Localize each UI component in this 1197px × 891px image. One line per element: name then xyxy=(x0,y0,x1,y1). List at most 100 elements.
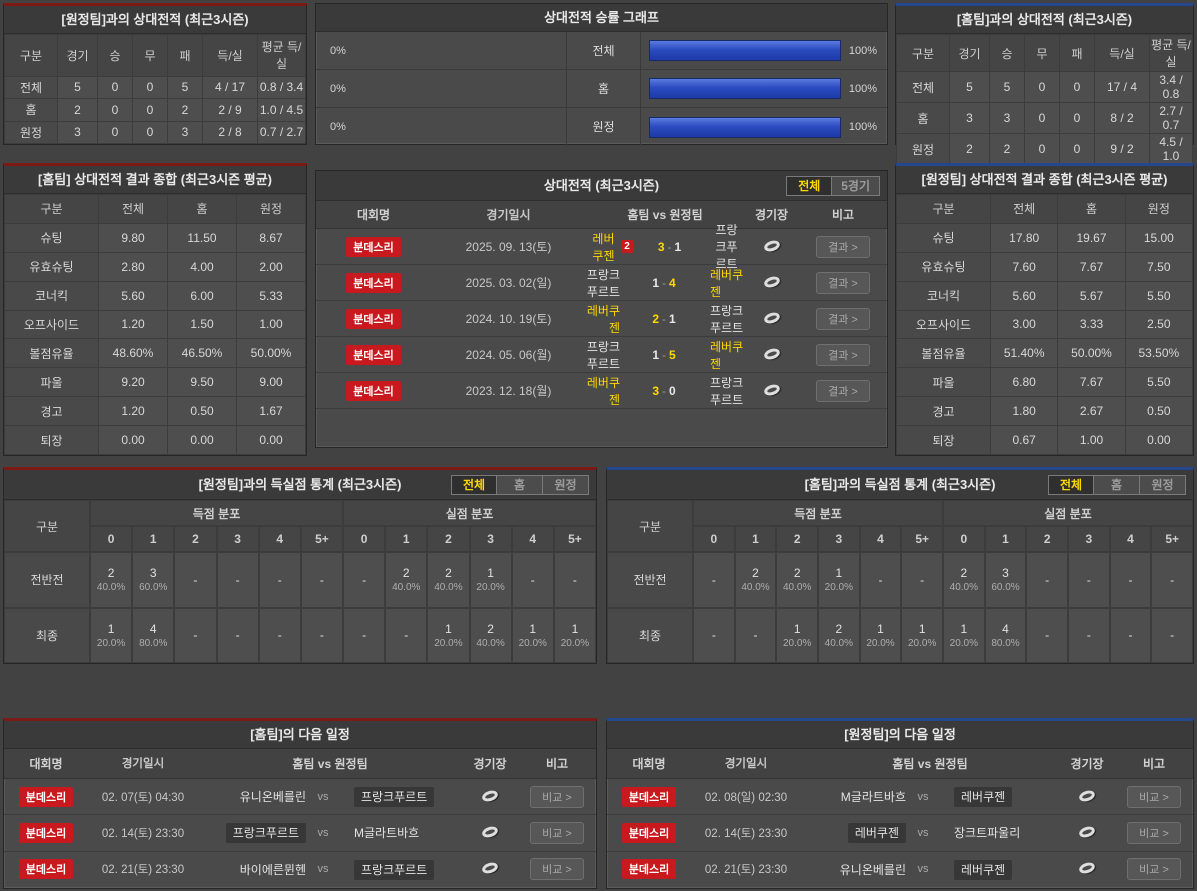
result-button[interactable]: 결과 > xyxy=(816,235,870,258)
row-label: 유효슈팅 xyxy=(4,251,99,282)
home-team: 유니온베를린 xyxy=(839,862,906,877)
stat-cell: - xyxy=(553,552,596,608)
stat-cell: - xyxy=(511,552,554,608)
score-separator: - xyxy=(662,383,666,398)
row-label: 슈팅 xyxy=(896,222,991,253)
stat-cell: 1 20.0% xyxy=(859,607,902,663)
result-button[interactable]: 결과 > xyxy=(816,271,870,294)
home-score: 1 xyxy=(652,275,659,290)
home-team: M글라트바흐 xyxy=(840,790,906,805)
row-label: 볼점유율 xyxy=(4,338,99,369)
stat-cell: 3 60.0% xyxy=(132,552,175,608)
header-cell: 평균 득/실 xyxy=(1149,34,1193,72)
stadium-icon[interactable] xyxy=(480,824,500,840)
away-score: 4 xyxy=(669,275,676,290)
match-teams: 프랑크푸르트 1-5 레버쿠젠 xyxy=(586,338,744,372)
match-row: 분데스리 2024. 10. 19(토) 레버쿠젠 2-1 프랑크푸르트 결과 … xyxy=(316,301,887,337)
stadium-icon[interactable] xyxy=(480,861,500,876)
cell: 5.60 xyxy=(989,280,1059,311)
header-cell: 무 xyxy=(132,34,168,77)
panel-away-result-summary: [원정팀] 상대전적 결과 종합 (최근3시즌 평균) 구분 전체 홈 원정 슈… xyxy=(895,163,1194,456)
tab-last5[interactable]: 5경기 xyxy=(832,176,880,196)
stadium-icon[interactable] xyxy=(1077,861,1097,876)
away-score: 0 xyxy=(669,383,676,398)
cell: 4.00 xyxy=(167,251,237,282)
cell: 3 xyxy=(167,120,203,144)
cell: 0.00 xyxy=(236,425,306,455)
tab-home[interactable]: 홈 xyxy=(497,475,543,495)
stat-cell: - xyxy=(174,552,217,608)
match-teams: 프랑크푸르트 vs M글라트바흐 xyxy=(198,823,462,844)
score-col: 3 xyxy=(818,526,860,552)
row-label: 오프사이드 xyxy=(896,309,991,340)
cell: 5 xyxy=(167,75,203,100)
goals-scored-group-header: 득점 분포 xyxy=(90,500,343,526)
header-cell: 무 xyxy=(1024,34,1060,72)
compare-button[interactable]: 비교 > xyxy=(530,785,584,808)
compare-button[interactable]: 비교 > xyxy=(1127,858,1181,881)
away-team: 프랑크푸르트 xyxy=(710,303,744,335)
stadium-icon[interactable] xyxy=(762,346,781,361)
match-date: 02. 14(토) 23:30 xyxy=(704,827,788,840)
compare-button[interactable]: 비교 > xyxy=(530,821,584,844)
schedule-row: 분데스리 02. 21(토) 23:30 바이에른뮌헨 vs 프랑크푸르트 비교… xyxy=(4,852,596,887)
league-badge: 분데스리 xyxy=(346,308,401,329)
cell: 48.60% xyxy=(98,338,168,369)
header-cell: 구분 xyxy=(4,194,99,224)
match-teams: 프랑크푸르트 1-4 레버쿠젠 xyxy=(586,266,744,300)
match-teams: 바이에른뮌헨 vs 프랑크푸르트 xyxy=(198,859,462,880)
compare-button[interactable]: 비교 > xyxy=(530,858,584,881)
cell: 9.50 xyxy=(167,367,237,398)
compare-button[interactable]: 비교 > xyxy=(1127,785,1181,808)
panel-title: [원정팀]의 다음 일정 xyxy=(607,721,1193,749)
tab-all[interactable]: 전체 xyxy=(451,475,497,495)
tab-all[interactable]: 전체 xyxy=(1048,475,1094,495)
stadium-icon[interactable] xyxy=(762,238,781,253)
stadium-icon[interactable] xyxy=(762,274,781,289)
cell: 0.00 xyxy=(1124,425,1194,455)
stadium-icon[interactable] xyxy=(1077,788,1097,803)
cell: 3 xyxy=(57,120,98,144)
cell: 0 xyxy=(1059,133,1095,165)
stadium-icon[interactable] xyxy=(762,382,781,397)
result-button[interactable]: 결과 > xyxy=(816,307,870,330)
tab-away[interactable]: 원정 xyxy=(1140,475,1186,495)
tab-away[interactable]: 원정 xyxy=(543,475,589,495)
stadium-icon[interactable] xyxy=(762,310,781,325)
match-date: 02. 21(토) 23:30 xyxy=(704,864,788,877)
tab-all[interactable]: 전체 xyxy=(786,176,833,196)
compare-button[interactable]: 비교 > xyxy=(1127,821,1181,844)
match-score: 3-1 xyxy=(638,240,702,254)
header-cell: 평균 득/실 xyxy=(257,34,306,77)
away-team: 프랑크푸르트 xyxy=(340,859,462,880)
away-team: 레버쿠젠 xyxy=(710,267,744,299)
result-button[interactable]: 결과 > xyxy=(816,343,870,366)
stat-cell: 2 40.0% xyxy=(734,552,777,608)
cell: 2 xyxy=(57,98,98,122)
cell: 2.7 / 0.7 xyxy=(1149,102,1193,134)
stadium-icon[interactable] xyxy=(1077,824,1097,840)
stat-cell: 3 60.0% xyxy=(984,552,1027,608)
home-team: 프랑크푸르트 xyxy=(586,267,620,299)
home-team: 프랑크푸르트 xyxy=(198,823,306,844)
cell: 0 xyxy=(132,120,168,144)
h2h-record-table: 구분 경기 승 무 패 득/실 평균 득/실 전체 5 0 0 5 4 / 17… xyxy=(4,34,306,144)
cell: 0 xyxy=(1059,71,1095,103)
stat-cell: - xyxy=(300,607,343,663)
stat-cell: - xyxy=(258,552,301,608)
schedule-row: 분데스리 02. 21(토) 23:30 유니온베를린 vs 레버쿠젠 비교 > xyxy=(607,852,1193,887)
header-cell: 원정 xyxy=(1124,194,1194,224)
winrate-label: 전체 xyxy=(567,32,641,69)
cell: 0 xyxy=(1024,133,1060,165)
cell: 5.60 xyxy=(98,280,168,311)
header-cell: 구분 xyxy=(896,34,950,72)
score-separator: - xyxy=(667,239,672,254)
stadium-icon[interactable] xyxy=(480,788,500,803)
tab-home[interactable]: 홈 xyxy=(1094,475,1140,495)
result-button[interactable]: 결과 > xyxy=(816,379,870,402)
cell: 51.40% xyxy=(989,338,1059,369)
stat-cell: 1 20.0% xyxy=(776,607,818,663)
away-team: 장크트파울리 xyxy=(954,826,1021,841)
cell: 1.67 xyxy=(236,396,306,426)
cell: 15.00 xyxy=(1124,222,1194,253)
